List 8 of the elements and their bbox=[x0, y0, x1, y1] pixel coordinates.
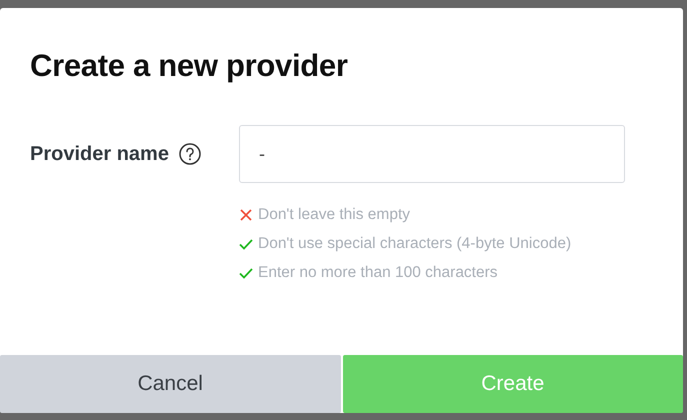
help-icon[interactable] bbox=[178, 143, 201, 165]
provider-name-field[interactable]: - bbox=[239, 125, 625, 183]
dialog-title: Create a new provider bbox=[30, 49, 349, 83]
validation-rule: Enter no more than 100 characters bbox=[258, 264, 498, 282]
validation-rule: Don't use special characters (4-byte Unicode) bbox=[258, 235, 572, 253]
validation-rule: Don't leave this empty bbox=[258, 206, 410, 224]
field-label: Provider name bbox=[30, 142, 169, 166]
cancel-button[interactable]: Cancel bbox=[0, 355, 340, 413]
